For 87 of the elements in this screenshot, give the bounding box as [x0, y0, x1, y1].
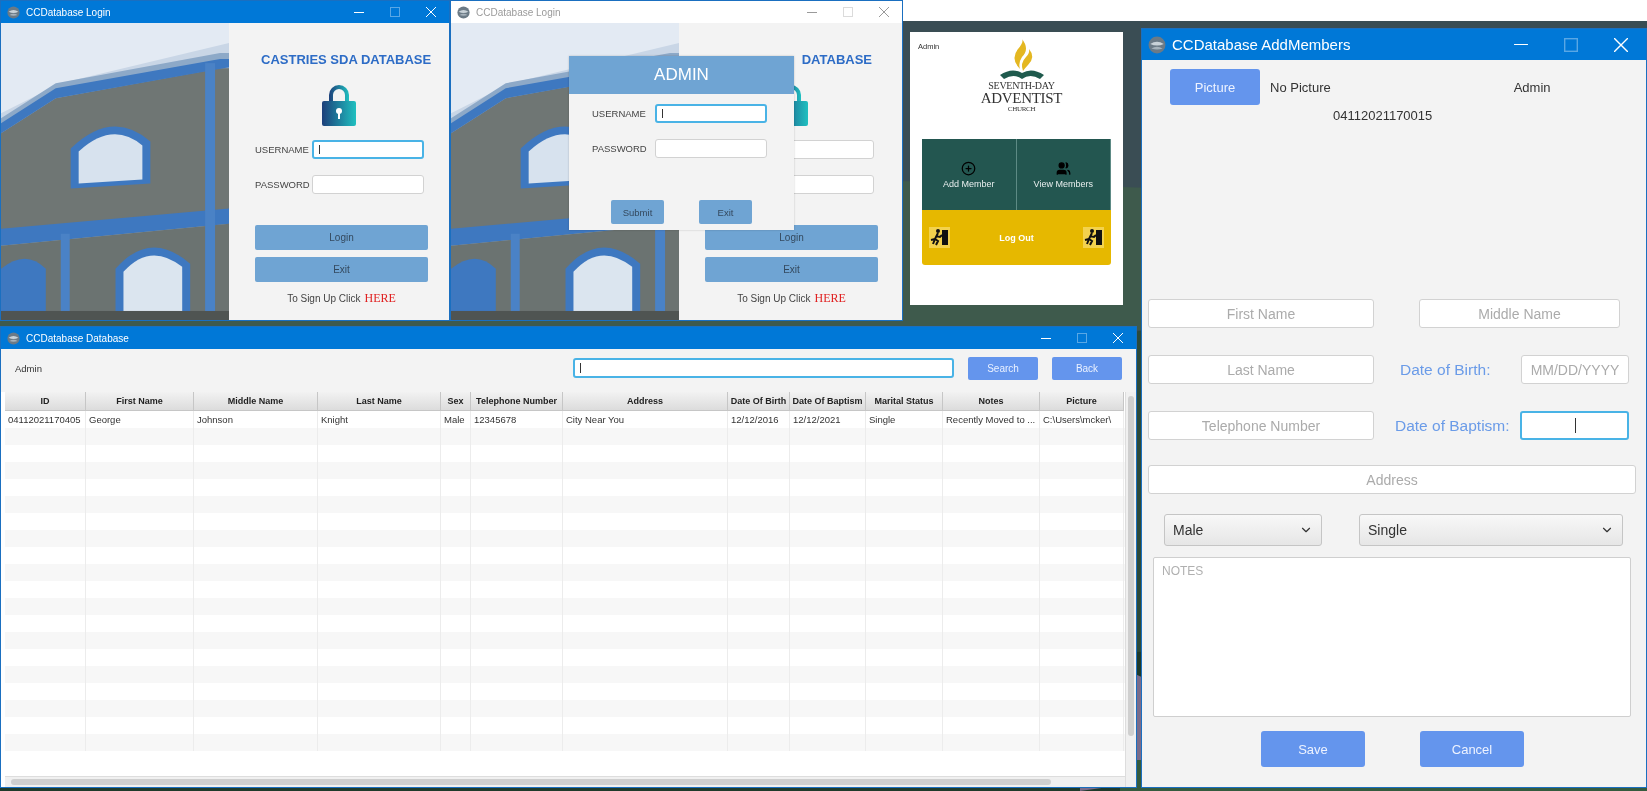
picture-status: No Picture [1270, 79, 1331, 95]
user-label: Admin [15, 362, 42, 374]
first-name-field[interactable]: First Name [1148, 299, 1374, 328]
exit-button[interactable]: Exit [255, 257, 428, 282]
user-label: Admin [1513, 79, 1551, 95]
field-label: PASSWORD [592, 143, 648, 154]
column-header[interactable]: Last Name [318, 392, 441, 411]
save-button[interactable]: Save [1261, 731, 1365, 767]
vertical-scrollbar[interactable] [1125, 392, 1136, 787]
middle-name-field[interactable]: Middle Name [1419, 299, 1620, 328]
view-members-tile[interactable]: View Members [1016, 139, 1111, 210]
window-title: CCDatabase AddMembers [1172, 36, 1351, 53]
back-button[interactable]: Back [1052, 356, 1122, 380]
table-row[interactable]: 04112021170405 George Johnson Knight Male 12345678 City Near You 12/12/2016 12/12/2021 Single Recently Moved to ... C:\Users\mcker\ [5, 411, 1125, 428]
padlock-icon [321, 83, 357, 127]
exit-button[interactable]: Exit [705, 257, 878, 282]
running-exit-icon [1083, 227, 1104, 248]
column-header[interactable]: Sex [441, 392, 471, 411]
submit-button[interactable]: Submit [611, 200, 664, 224]
column-header[interactable]: First Name [86, 392, 194, 411]
field-label: USERNAME [592, 108, 647, 119]
username-field[interactable] [312, 140, 424, 159]
minimize-icon [807, 11, 817, 13]
minimize-icon [354, 11, 364, 13]
picture-button[interactable]: Picture [1170, 69, 1260, 105]
app-heading: CASTRIES SDA DATABASE [261, 52, 432, 67]
signup-text: To Sign Up Click [287, 293, 361, 304]
signup-link[interactable]: HERE [364, 291, 396, 306]
globe-icon [457, 5, 470, 19]
globe-icon [1148, 35, 1166, 54]
globe-icon [7, 5, 20, 19]
member-id: 04112021170015 [1333, 108, 1433, 123]
plus-circle-icon [961, 160, 977, 176]
date-of-baptism-field[interactable] [1520, 411, 1629, 440]
horizontal-scrollbar[interactable] [5, 776, 1125, 787]
sex-dropdown[interactable]: Male [1164, 514, 1322, 546]
column-header[interactable]: Date Of Baptism [790, 392, 866, 411]
last-name-field[interactable]: Last Name [1148, 355, 1374, 384]
cancel-button[interactable]: Cancel [1420, 731, 1524, 767]
close-icon [1614, 37, 1628, 52]
close-icon [1113, 333, 1123, 343]
dialog-title: ADMIN [569, 56, 794, 94]
add-member-tile[interactable]: Add Member [922, 139, 1017, 210]
search-field[interactable] [573, 358, 954, 378]
window-title: CCDatabase Login [476, 6, 561, 18]
notes-field[interactable]: NOTES [1153, 557, 1631, 717]
close-icon [879, 7, 889, 17]
column-header[interactable]: Telephone Number [471, 392, 563, 411]
logo-text: ADVENTIST [980, 91, 1063, 106]
column-header[interactable]: Middle Name [194, 392, 318, 411]
running-exit-icon [929, 227, 950, 248]
field-label: PASSWORD [255, 179, 311, 190]
globe-icon [7, 331, 20, 345]
field-label: USERNAME [255, 144, 310, 155]
login-button[interactable]: Login [255, 225, 428, 250]
exit-button[interactable]: Exit [699, 200, 752, 224]
date-of-birth-field[interactable]: MM/DD/YYYY [1521, 355, 1629, 384]
username-field[interactable] [655, 104, 767, 123]
marital-status-dropdown[interactable]: Single [1359, 514, 1623, 546]
maximize-icon [843, 7, 853, 17]
close-icon [426, 7, 436, 17]
password-field[interactable] [312, 175, 424, 194]
column-header[interactable]: Address [563, 392, 728, 411]
maximize-icon [390, 7, 400, 17]
minimize-icon [1514, 43, 1528, 46]
maximize-icon [1077, 333, 1087, 343]
minimize-icon [1041, 337, 1051, 339]
signup-link[interactable]: HERE [814, 291, 846, 306]
column-header[interactable]: Notes [943, 392, 1040, 411]
column-header[interactable]: Date Of Birth [728, 392, 790, 411]
window-title: CCDatabase Login [26, 6, 111, 18]
password-field[interactable] [655, 139, 767, 158]
column-header[interactable]: Marital Status [866, 392, 943, 411]
logo-text: SEVENTH-DAY [988, 81, 1055, 91]
date-of-birth-label: Date of Birth: [1400, 360, 1492, 379]
flame-book-icon [999, 39, 1044, 81]
window-title: CCDatabase Database [26, 332, 129, 344]
column-header[interactable]: Picture [1040, 392, 1124, 411]
search-button[interactable]: Search [968, 356, 1038, 380]
app-heading: DATABASE [801, 52, 872, 67]
signup-text: To Sign Up Click [737, 293, 811, 304]
people-icon [1055, 160, 1071, 176]
telephone-field[interactable]: Telephone Number [1148, 411, 1374, 440]
maximize-icon [1564, 37, 1578, 52]
address-field[interactable]: Address [1148, 465, 1636, 494]
date-of-baptism-label: Date of Baptism: [1395, 416, 1511, 435]
column-header[interactable]: ID [5, 392, 86, 411]
